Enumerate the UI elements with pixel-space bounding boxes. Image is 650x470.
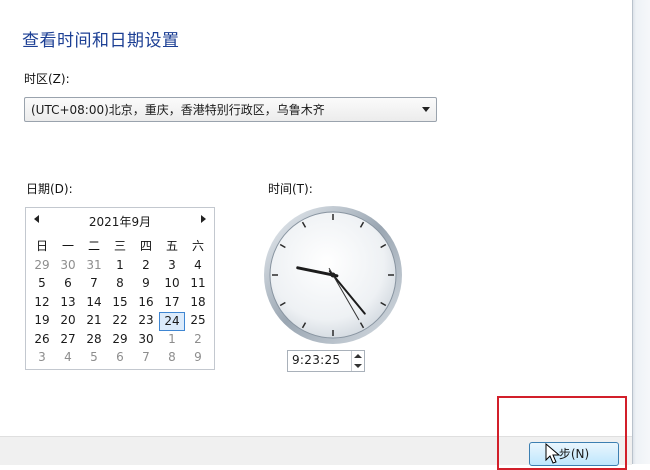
calendar-day[interactable]: 10 <box>159 275 185 294</box>
time-spinner[interactable] <box>351 351 364 371</box>
timezone-label: 时区(Z): <box>24 72 70 86</box>
calendar-weekday: 五 <box>165 239 178 253</box>
calendar-day[interactable]: 18 <box>185 294 211 313</box>
calendar-day[interactable]: 6 <box>55 275 81 294</box>
page-title: 查看时间和日期设置 <box>22 31 180 51</box>
calendar-day[interactable]: 7 <box>133 349 159 368</box>
calendar-day[interactable]: 23 <box>133 312 159 331</box>
timezone-select[interactable]: (UTC+08:00)北京，重庆，香港特别行政区，乌鲁木齐 <box>24 97 437 122</box>
calendar-day[interactable]: 2 <box>133 257 159 276</box>
calendar-week-row: 5 6 7 8 9 10 11 <box>29 275 211 294</box>
calendar-day[interactable]: 30 <box>133 331 159 350</box>
calendar-day[interactable]: 1 <box>159 331 185 350</box>
calendar-day[interactable]: 15 <box>107 294 133 313</box>
calendar-day[interactable]: 4 <box>55 349 81 368</box>
calendar-weekday: 三 <box>113 239 126 253</box>
calendar-week-row: 3456789 <box>29 349 211 368</box>
calendar-day[interactable]: 25 <box>185 312 211 331</box>
date-calendar[interactable]: 2021年9月 日一二三四五六 29 30 31 1 2 3 4 5 6 7 8 9 10 11 12 13 14… <box>25 207 215 370</box>
timezone-value: (UTC+08:00)北京，重庆，香港特别行政区，乌鲁木齐 <box>31 103 325 117</box>
calendar-day[interactable]: 22 <box>107 312 133 331</box>
calendar-header: 2021年9月 <box>26 212 214 230</box>
time-label: 时间(T): <box>268 182 313 196</box>
calendar-day[interactable]: 8 <box>107 275 133 294</box>
calendar-day[interactable]: 26 <box>29 331 55 350</box>
calendar-day[interactable]: 11 <box>185 275 211 294</box>
time-value[interactable]: 9:23:25 <box>292 353 340 367</box>
calendar-weekday: 二 <box>87 239 100 253</box>
calendar-day[interactable]: 6 <box>107 349 133 368</box>
clock-center <box>330 272 336 278</box>
calendar-day[interactable]: 28 <box>81 331 107 350</box>
spin-down-icon[interactable] <box>354 364 362 368</box>
next-month-icon[interactable] <box>201 215 206 223</box>
calendar-day[interactable]: 3 <box>29 349 55 368</box>
calendar-day[interactable]: 20 <box>55 312 81 331</box>
calendar-week-row: 26 27 28 29 30 1 2 <box>29 331 211 350</box>
calendar-day[interactable]: 14 <box>81 294 107 313</box>
calendar-weekday: 六 <box>191 239 204 253</box>
window-right-edge <box>632 0 650 464</box>
calendar-weekday: 四 <box>139 239 152 253</box>
date-label: 日期(D): <box>26 182 73 196</box>
analog-clock <box>264 206 402 344</box>
calendar-day[interactable]: 2 <box>185 331 211 350</box>
time-input[interactable]: 9:23:25 <box>287 350 365 372</box>
next-button[interactable]: 步(N) <box>529 442 619 466</box>
calendar-day[interactable]: 5 <box>29 275 55 294</box>
calendar-day[interactable]: 19 <box>29 312 55 331</box>
calendar-day[interactable]: 29 <box>107 331 133 350</box>
calendar-day[interactable]: 7 <box>81 275 107 294</box>
calendar-week-row: 19 20 21 22 23 24 25 <box>29 312 211 331</box>
calendar-day[interactable]: 16 <box>133 294 159 313</box>
calendar-day[interactable]: 8 <box>159 349 185 368</box>
calendar-day[interactable]: 5 <box>81 349 107 368</box>
calendar-grid: 日一二三四五六 29 30 31 1 2 3 4 5 6 7 8 9 10 11 12 13 14 15 16 17 18… <box>29 238 211 368</box>
chevron-down-icon[interactable] <box>422 107 430 112</box>
calendar-week-row: 12 13 14 15 16 17 18 <box>29 294 211 313</box>
calendar-day[interactable]: 1 <box>107 257 133 276</box>
calendar-weekday: 日 <box>35 239 48 253</box>
calendar-day[interactable]: 9 <box>185 349 211 368</box>
mouse-cursor-icon <box>545 443 561 464</box>
calendar-day[interactable]: 29 <box>29 257 55 276</box>
calendar-day[interactable]: 31 <box>81 257 107 276</box>
calendar-day[interactable]: 30 <box>55 257 81 276</box>
calendar-day[interactable]: 27 <box>55 331 81 350</box>
calendar-month-label[interactable]: 2021年9月 <box>26 213 214 230</box>
next-button-label: 步(N) <box>558 447 590 461</box>
spin-up-icon[interactable] <box>354 354 362 358</box>
calendar-day[interactable]: 3 <box>159 257 185 276</box>
calendar-weekday-row: 日一二三四五六 <box>29 238 211 257</box>
calendar-day[interactable]: 17 <box>159 294 185 313</box>
calendar-weekday: 一 <box>61 239 74 253</box>
calendar-day[interactable]: 21 <box>81 312 107 331</box>
calendar-day[interactable]: 24 <box>159 312 185 331</box>
calendar-day[interactable]: 4 <box>185 257 211 276</box>
calendar-week-row: 29 30 31 1 2 3 4 <box>29 257 211 276</box>
calendar-day[interactable]: 12 <box>29 294 55 313</box>
calendar-day[interactable]: 13 <box>55 294 81 313</box>
calendar-day[interactable]: 9 <box>133 275 159 294</box>
